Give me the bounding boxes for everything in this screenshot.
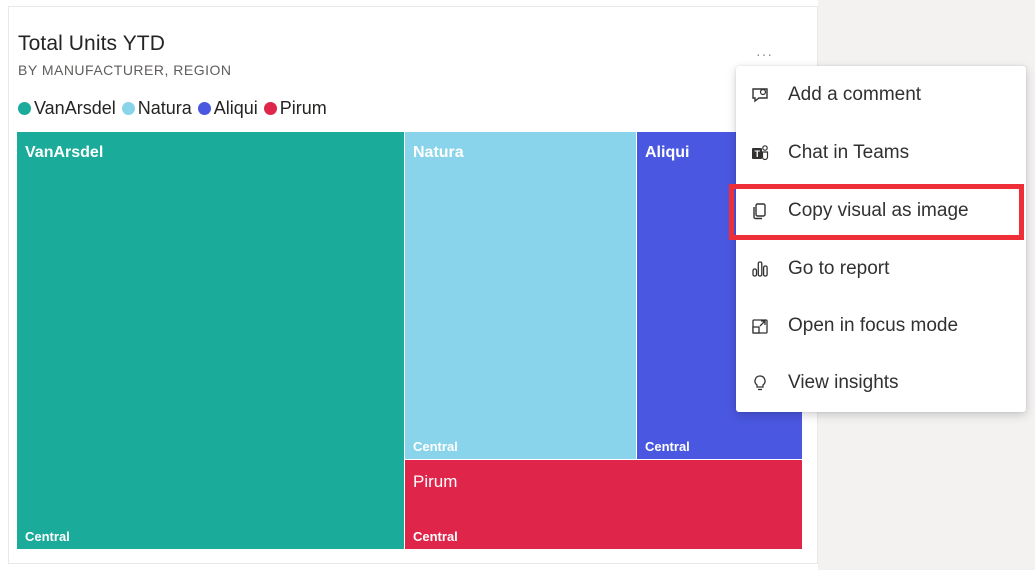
visual-subtitle: BY MANUFACTURER, REGION bbox=[18, 62, 232, 78]
legend-item-pirum[interactable]: Pirum bbox=[263, 98, 327, 119]
menu-item-label: Open in focus mode bbox=[788, 315, 959, 336]
tile-region-label: Central bbox=[413, 439, 458, 454]
chart-legend: VanArsdel Natura Aliqui Pirum bbox=[18, 98, 333, 119]
report-icon bbox=[750, 259, 770, 279]
legend-label: VanArsdel bbox=[34, 98, 116, 118]
tile-region-label: Central bbox=[25, 529, 70, 544]
highlight-box bbox=[729, 184, 1024, 240]
treemap-tile-pirum[interactable]: Pirum Central bbox=[405, 460, 802, 549]
teams-icon: T bbox=[750, 143, 770, 163]
treemap-tile-natura[interactable]: Natura Central bbox=[405, 132, 636, 459]
tile-region-label: Central bbox=[413, 529, 458, 544]
menu-item-focus-mode[interactable]: Open in focus mode bbox=[736, 306, 1026, 346]
legend-label: Pirum bbox=[279, 98, 327, 118]
more-options-button[interactable]: ··· bbox=[756, 46, 773, 62]
legend-dot bbox=[263, 102, 277, 115]
treemap-tile-vanarsdel[interactable]: VanArsdel Central bbox=[17, 132, 404, 549]
legend-label: Aliqui bbox=[213, 98, 258, 118]
tile-region-label: Central bbox=[645, 439, 690, 454]
tile-label: Aliqui bbox=[645, 144, 690, 161]
lightbulb-icon bbox=[750, 373, 770, 393]
legend-item-aliqui[interactable]: Aliqui bbox=[197, 98, 258, 119]
legend-dot bbox=[18, 102, 31, 115]
visual-title: Total Units YTD bbox=[18, 32, 165, 55]
menu-item-add-comment[interactable]: Add a comment bbox=[736, 75, 1026, 115]
tile-label: VanArsdel bbox=[25, 144, 104, 161]
legend-dot bbox=[197, 102, 211, 115]
svg-text:T: T bbox=[755, 149, 761, 159]
legend-dot bbox=[121, 102, 135, 115]
menu-item-label: Add a comment bbox=[788, 84, 922, 105]
menu-item-label: View insights bbox=[788, 372, 899, 393]
menu-item-go-to-report[interactable]: Go to report bbox=[736, 249, 1026, 289]
comment-icon bbox=[750, 85, 770, 105]
focus-mode-icon bbox=[750, 316, 770, 336]
menu-item-view-insights[interactable]: View insights bbox=[736, 363, 1026, 403]
legend-label: Natura bbox=[137, 98, 192, 118]
legend-item-vanarsdel[interactable]: VanArsdel bbox=[18, 98, 116, 119]
menu-item-chat-in-teams[interactable]: T Chat in Teams bbox=[736, 133, 1026, 173]
tile-label: Natura bbox=[413, 144, 464, 161]
menu-item-label: Chat in Teams bbox=[788, 142, 910, 163]
legend-item-natura[interactable]: Natura bbox=[121, 98, 192, 119]
tile-label: Pirum bbox=[413, 472, 458, 491]
menu-item-label: Go to report bbox=[788, 258, 890, 279]
